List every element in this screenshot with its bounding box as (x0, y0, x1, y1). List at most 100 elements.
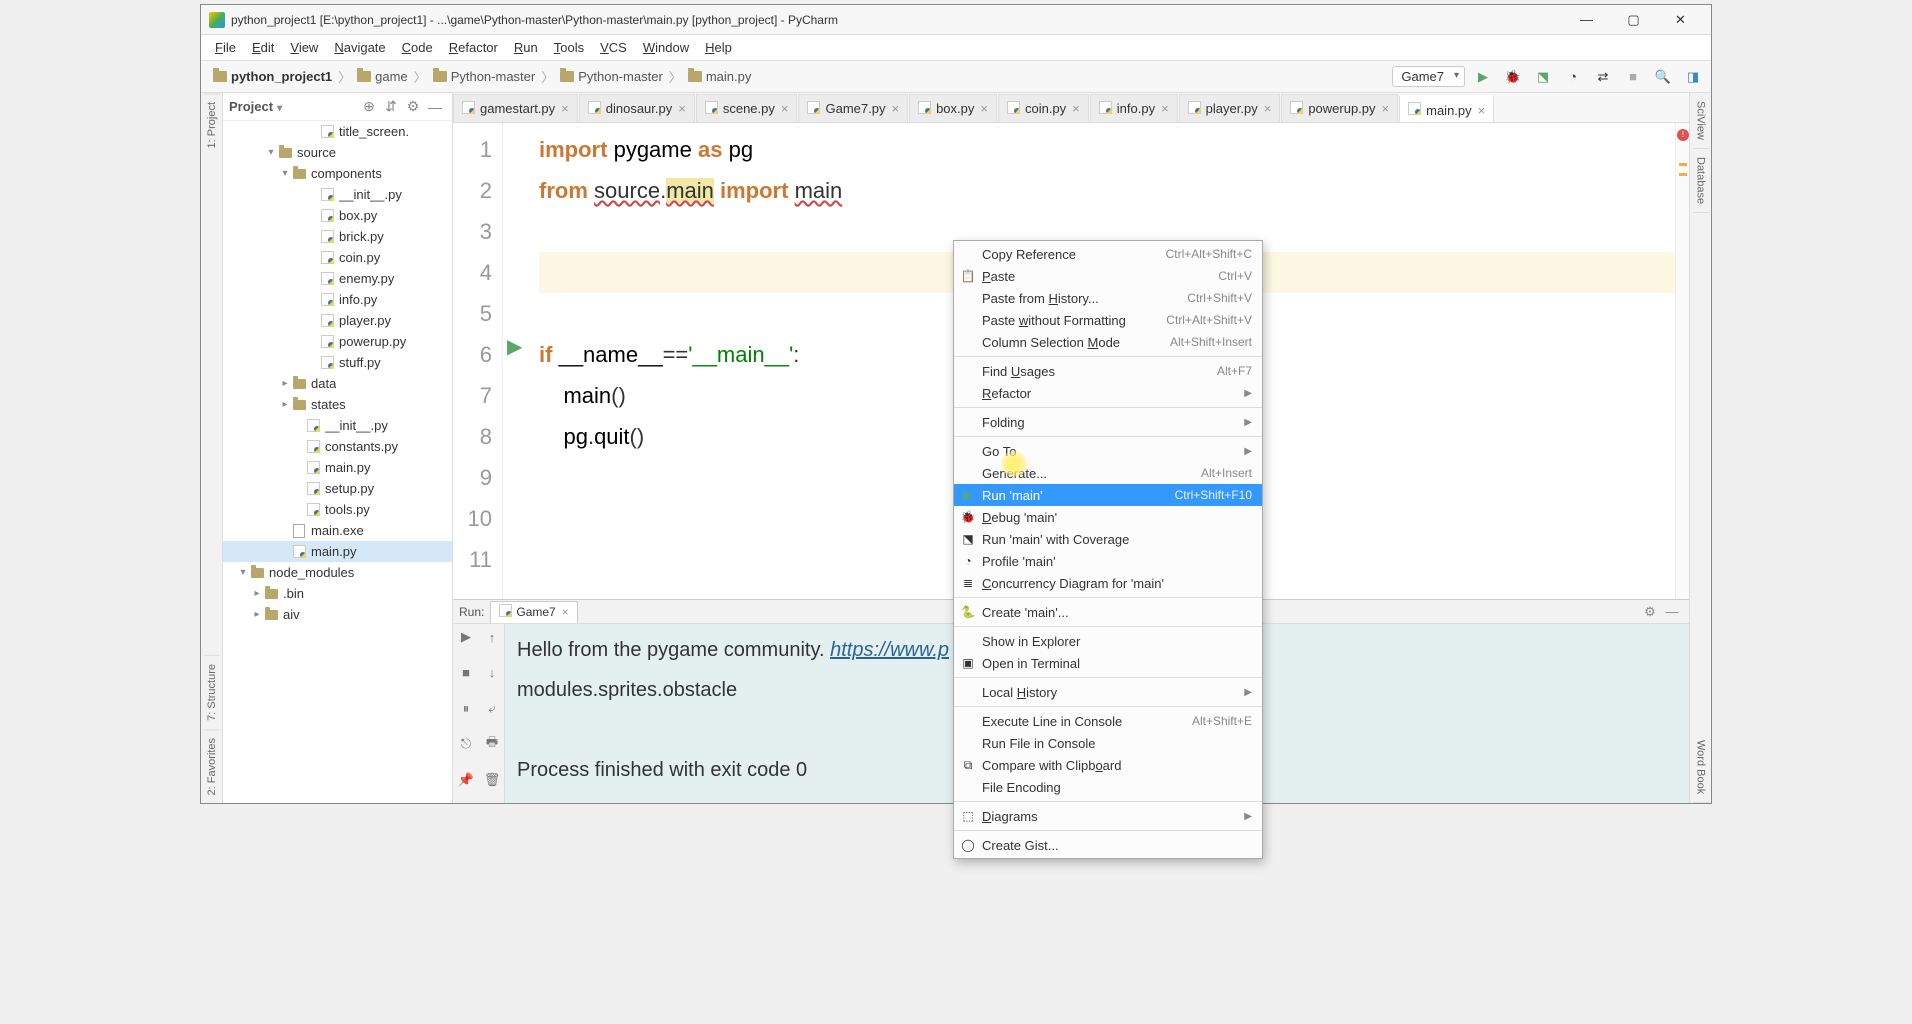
output-link[interactable]: https://www.p (830, 639, 949, 661)
close-icon[interactable]: × (562, 605, 569, 619)
close-icon[interactable]: × (980, 101, 988, 116)
menu-edit[interactable]: Edit (244, 37, 282, 58)
close-icon[interactable]: × (781, 101, 789, 116)
context-menu-item[interactable]: ⬚Diagrams▶ (954, 805, 1262, 827)
menu-file[interactable]: File (207, 37, 244, 58)
tree-item[interactable]: ▸.bin (223, 583, 452, 604)
debug-button[interactable]: 🐞 (1501, 65, 1525, 89)
breadcrumb-item[interactable]: Python-master (554, 66, 669, 87)
chevron-icon[interactable]: ▸ (251, 609, 263, 620)
editor-tab[interactable]: box.py× (909, 94, 997, 122)
chevron-icon[interactable]: ▸ (251, 588, 263, 599)
search-button[interactable]: 🔍 (1651, 65, 1675, 89)
editor-tab[interactable]: coin.py× (998, 94, 1089, 122)
context-menu-item[interactable]: ≣Concurrency Diagram for 'main' (954, 572, 1262, 594)
close-button[interactable]: ✕ (1658, 6, 1703, 34)
menu-view[interactable]: View (282, 37, 326, 58)
editor-tab[interactable]: player.py× (1179, 94, 1281, 122)
tree-item[interactable]: tools.py (223, 499, 452, 520)
context-menu-item[interactable]: 🐞Debug 'main' (954, 506, 1262, 528)
code-line[interactable]: from source.main import main (539, 170, 1675, 211)
project-tool-tab[interactable]: 1: Project (204, 93, 220, 156)
attach-button[interactable]: ⇄ (1591, 65, 1615, 89)
context-menu-item[interactable]: Execute Line in ConsoleAlt+Shift+E (954, 710, 1262, 732)
tree-item[interactable]: setup.py (223, 478, 452, 499)
close-icon[interactable]: × (1264, 101, 1272, 116)
context-menu-item[interactable]: 📋PasteCtrl+V (954, 265, 1262, 287)
minimize-icon[interactable]: — (1661, 601, 1683, 623)
locate-button[interactable]: ⊕ (358, 96, 380, 118)
context-menu-item[interactable]: ▣Open in Terminal (954, 652, 1262, 674)
context-menu-item[interactable]: Go To▶ (954, 440, 1262, 462)
run-tab[interactable]: Game7 × (490, 601, 577, 623)
stop-button[interactable]: ■ (453, 660, 479, 686)
editor-tab[interactable]: info.py× (1090, 94, 1178, 122)
down-button[interactable]: ↓ (479, 660, 505, 686)
close-icon[interactable]: × (891, 101, 899, 116)
context-menu-item[interactable]: ◔Profile 'main' (954, 550, 1262, 572)
context-menu-item[interactable]: Show in Explorer (954, 630, 1262, 652)
up-button[interactable]: ↑ (479, 624, 505, 650)
editor-tab[interactable]: main.py× (1399, 95, 1494, 123)
minimize-button[interactable]: — (1564, 6, 1609, 34)
coverage-button[interactable]: ⬔ (1531, 65, 1555, 89)
close-icon[interactable]: × (1072, 101, 1080, 116)
chevron-icon[interactable]: ▸ (279, 399, 291, 410)
context-menu-item[interactable]: Generate...Alt+Insert (954, 462, 1262, 484)
close-icon[interactable]: × (561, 101, 569, 116)
close-icon[interactable]: × (678, 101, 686, 116)
tree-item[interactable]: main.py (223, 541, 452, 562)
run-config-selector[interactable]: Game7 (1392, 66, 1465, 87)
editor-tab[interactable]: powerup.py× (1281, 94, 1398, 122)
database-tab[interactable]: Database (1693, 149, 1709, 213)
run-gutter-icon[interactable]: ▶ (507, 334, 522, 359)
tree-item[interactable]: box.py (223, 205, 452, 226)
tree-item[interactable]: coin.py (223, 247, 452, 268)
tree-item[interactable]: ▸aiv (223, 604, 452, 625)
menu-code[interactable]: Code (394, 37, 441, 58)
close-icon[interactable]: × (1382, 101, 1390, 116)
tree-item[interactable]: enemy.py (223, 268, 452, 289)
favorites-tool-tab[interactable]: 2: Favorites (204, 729, 220, 803)
breadcrumb-item[interactable]: Python-master (427, 66, 542, 87)
context-menu-item[interactable]: Folding▶ (954, 411, 1262, 433)
structure-tool-tab[interactable]: 7: Structure (204, 655, 220, 729)
context-menu-item[interactable]: Copy ReferenceCtrl+Alt+Shift+C (954, 243, 1262, 265)
chevron-icon[interactable]: ▾ (265, 147, 277, 158)
context-menu-item[interactable]: Paste without FormattingCtrl+Alt+Shift+V (954, 309, 1262, 331)
menu-run[interactable]: Run (506, 37, 546, 58)
sciview-tab[interactable]: SciView (1693, 93, 1709, 149)
context-menu-item[interactable]: Local History▶ (954, 681, 1262, 703)
tree-item[interactable]: ▸data (223, 373, 452, 394)
code-line[interactable]: import pygame as pg (539, 129, 1675, 170)
trash-button[interactable]: 🗑 (479, 767, 505, 793)
hide-button[interactable]: — (424, 96, 446, 118)
tree-item[interactable]: constants.py (223, 436, 452, 457)
error-indicator[interactable]: ! (1677, 129, 1689, 141)
exit-button[interactable]: ⎋ (453, 731, 479, 757)
chevron-icon[interactable]: ▾ (237, 567, 249, 578)
tree-item[interactable]: ▾node_modules (223, 562, 452, 583)
tree-item[interactable]: ▾source (223, 142, 452, 163)
tree-item[interactable]: stuff.py (223, 352, 452, 373)
tree-item[interactable]: title_screen. (223, 121, 452, 142)
tree-item[interactable]: powerup.py (223, 331, 452, 352)
pin-button[interactable]: ◨ (1681, 65, 1705, 89)
tree-item[interactable]: main.exe (223, 520, 452, 541)
breadcrumb-item[interactable]: main.py (682, 66, 758, 87)
rerun-button[interactable]: ▶ (453, 624, 479, 650)
maximize-button[interactable]: ▢ (1611, 6, 1656, 34)
tree-item[interactable]: ▾components (223, 163, 452, 184)
tree-item[interactable]: info.py (223, 289, 452, 310)
tree-item[interactable]: ▸states (223, 394, 452, 415)
context-menu-item[interactable]: File Encoding (954, 776, 1262, 798)
context-menu-item[interactable]: ▶Run 'main'Ctrl+Shift+F10 (954, 484, 1262, 506)
editor-tab[interactable]: gamestart.py× (453, 94, 578, 122)
context-menu-item[interactable]: Find UsagesAlt+F7 (954, 360, 1262, 382)
breadcrumb-item[interactable]: game (351, 66, 414, 87)
profile-button[interactable]: ◔ (1561, 65, 1585, 89)
tree-item[interactable]: main.py (223, 457, 452, 478)
editor-tab[interactable]: dinosaur.py× (579, 94, 695, 122)
gear-icon[interactable]: ⚙ (1639, 601, 1661, 623)
chevron-icon[interactable]: ▾ (279, 168, 291, 179)
